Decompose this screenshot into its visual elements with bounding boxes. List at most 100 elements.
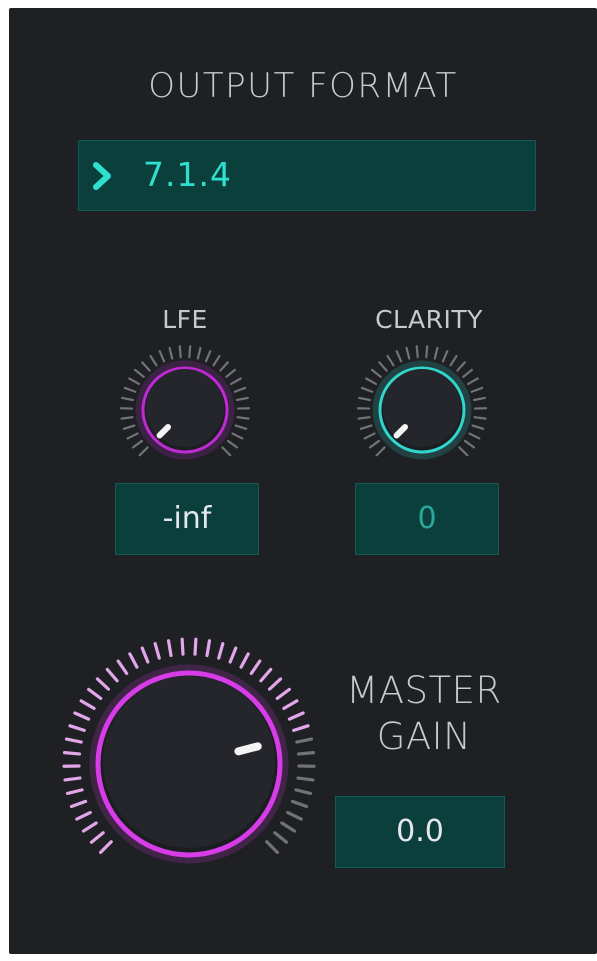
knob-tick — [81, 821, 98, 833]
knob-tick — [178, 345, 182, 359]
knob-tick — [193, 637, 198, 656]
knob-tick — [121, 396, 135, 402]
knob-tick — [267, 677, 283, 691]
knob-tick — [180, 637, 185, 656]
knob-tick — [205, 639, 212, 658]
knob-tick — [468, 432, 481, 440]
knob-tick — [458, 446, 469, 457]
knob-tick — [365, 377, 377, 386]
knob-tick — [116, 659, 129, 675]
master-gain-knob[interactable] — [54, 629, 324, 899]
knob-tick — [122, 424, 136, 430]
knob-tick — [415, 345, 419, 359]
knob-tick — [64, 737, 83, 744]
chevron-right-icon — [93, 162, 111, 190]
lfe-value-field[interactable]: -inf — [115, 483, 259, 555]
master-gain-label-line2: GAIN — [376, 715, 472, 758]
knob-tick — [368, 439, 381, 449]
knob-tick — [467, 377, 479, 386]
knob-tick — [359, 424, 373, 430]
knob-tick — [221, 446, 232, 457]
knob-tick — [226, 439, 239, 449]
lfe-label: LFE — [162, 305, 208, 334]
knob-tick — [89, 831, 105, 844]
knob-tick — [128, 652, 139, 669]
knob-tick — [295, 737, 314, 744]
knob-tick — [231, 432, 244, 440]
knob-tick — [75, 810, 92, 821]
lfe-value: -inf — [162, 501, 212, 536]
knob-tick — [363, 432, 376, 440]
knob-tick — [138, 446, 149, 457]
output-format-dropdown[interactable]: 7.1.4 — [78, 140, 536, 211]
knob-pointer — [234, 742, 262, 756]
knob-tick — [433, 346, 439, 360]
knob-tick — [123, 386, 137, 393]
knob-tick — [62, 751, 82, 756]
knob-tick — [239, 652, 250, 669]
knob-tick — [371, 368, 382, 378]
output-format-title: OUTPUT FORMAT — [148, 66, 458, 106]
knob-tick — [166, 639, 173, 658]
knob-tick — [230, 377, 242, 386]
knob-tick — [120, 416, 134, 420]
knob-tick — [95, 677, 111, 691]
knob-tick — [63, 776, 82, 782]
knob-tick — [196, 346, 202, 360]
knob-tick — [249, 659, 262, 675]
knob-tick — [471, 424, 485, 430]
knob-tick — [405, 346, 411, 360]
output-format-value: 7.1.4 — [143, 155, 232, 194]
lfe-knob[interactable] — [118, 343, 252, 477]
knob-tick — [441, 350, 449, 363]
knob-tick — [290, 799, 309, 809]
knob-tick — [360, 386, 374, 393]
knob-face — [103, 676, 275, 848]
knob-tick — [357, 416, 371, 420]
knob-tick — [286, 810, 303, 821]
clarity-label: CLARITY — [375, 305, 483, 334]
knob-tick — [233, 386, 247, 393]
knob-tick — [149, 354, 158, 367]
knob-tick — [296, 751, 316, 756]
knob-tick — [296, 776, 315, 782]
knob-tick — [65, 788, 84, 796]
knob-tick — [128, 377, 140, 386]
knob-tick — [473, 416, 487, 420]
knob-tick — [470, 386, 484, 393]
knob-tick — [73, 711, 91, 721]
knob-tick — [225, 368, 236, 378]
knob-tick — [234, 424, 248, 430]
knob-tick — [219, 361, 229, 372]
knob-tick — [275, 687, 291, 700]
knob-tick — [273, 831, 289, 844]
clarity-knob[interactable] — [355, 343, 489, 477]
master-gain-value-field[interactable]: 0.0 — [335, 796, 505, 868]
master-gain-label-line1: MASTER — [346, 669, 502, 712]
knob-tick — [99, 840, 113, 854]
knob-tick — [462, 368, 473, 378]
knob-tick — [425, 345, 429, 359]
knob-tick — [134, 368, 145, 378]
knob-tick — [140, 646, 150, 664]
knob-tick — [217, 642, 225, 660]
knob-tick — [287, 711, 305, 721]
knob-tick — [168, 346, 174, 360]
knob-tick — [131, 439, 144, 449]
knob-tick — [386, 354, 395, 367]
knob-tick — [158, 350, 166, 363]
master-gain-value: 0.0 — [396, 814, 444, 849]
master-gain-label: MASTER GAIN — [319, 668, 529, 760]
knob-tick — [472, 396, 486, 402]
knob-tick — [228, 646, 238, 664]
knob-tick — [265, 840, 279, 854]
knob-tick — [105, 667, 119, 683]
clarity-value-field[interactable]: 0 — [355, 483, 499, 555]
knob-tick — [449, 354, 458, 367]
knob-tick — [292, 724, 310, 732]
knob-tick — [259, 667, 273, 683]
knob-tick — [236, 416, 250, 420]
knob-tick — [204, 350, 212, 363]
knob-tick — [456, 361, 466, 372]
knob-tick — [79, 699, 96, 711]
